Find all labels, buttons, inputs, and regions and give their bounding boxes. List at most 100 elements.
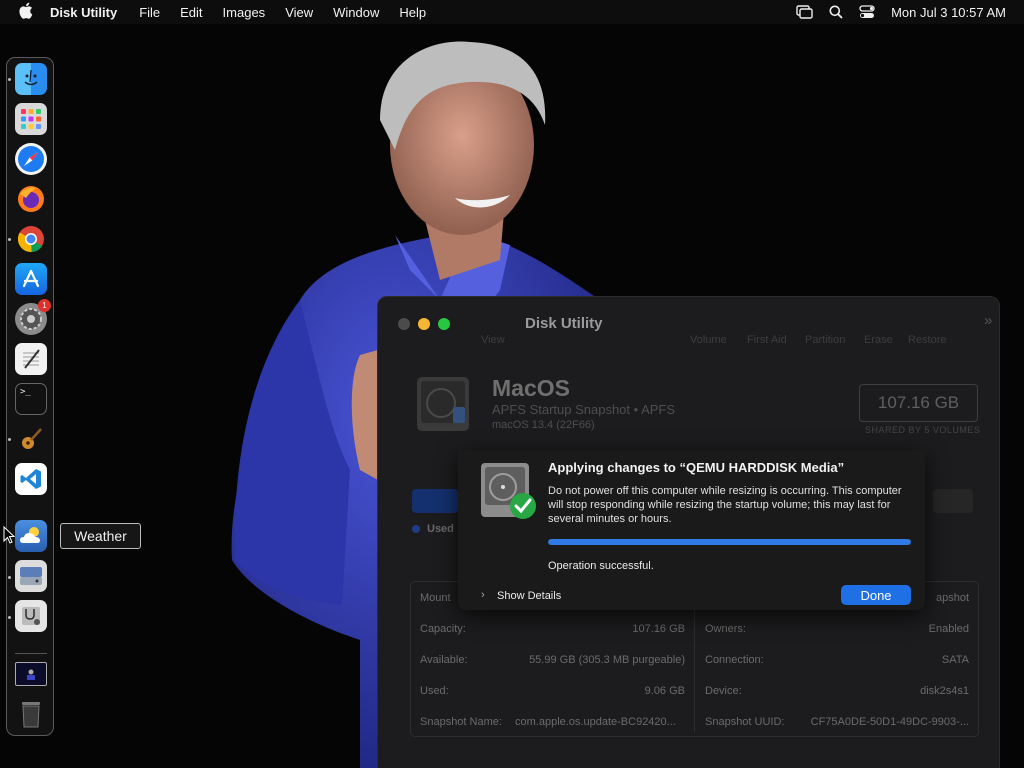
volume-capacity: 107.16 GB bbox=[859, 384, 978, 422]
menu-view[interactable]: View bbox=[285, 5, 313, 20]
toolbar-overflow-icon[interactable]: » bbox=[984, 312, 992, 329]
dock-screenshot-thumbnail[interactable] bbox=[15, 662, 47, 686]
toolbar-view[interactable]: View bbox=[481, 334, 505, 346]
vscode-icon bbox=[20, 469, 41, 489]
weather-cloud-icon bbox=[20, 527, 40, 543]
launchpad-icon bbox=[21, 109, 41, 129]
dock-finder[interactable] bbox=[15, 63, 47, 95]
apply-changes-sheet: Applying changes to “QEMU HARDDISK Media… bbox=[458, 450, 925, 610]
app-store-icon bbox=[22, 269, 40, 288]
usage-bar-used bbox=[412, 489, 458, 513]
dock-firefox[interactable] bbox=[15, 183, 47, 215]
toolbar-erase[interactable]: Erase bbox=[864, 334, 893, 346]
toolbar-restore[interactable]: Restore bbox=[908, 334, 947, 346]
chrome-running-indicator bbox=[8, 238, 11, 241]
textedit-pen-icon bbox=[23, 349, 40, 369]
info-capacity-label: Capacity: bbox=[420, 623, 466, 635]
dock-garageband[interactable] bbox=[15, 423, 47, 455]
dock-trash[interactable] bbox=[15, 698, 47, 730]
show-details-toggle[interactable]: Show Details bbox=[497, 590, 561, 602]
settings-notification-badge: 1 bbox=[38, 299, 51, 312]
info-snapshot-uuid-value: CF75A0DE-50D1-49DC-9903-... bbox=[810, 716, 969, 728]
info-available-value: 55.99 GB (305.3 MB purgeable) bbox=[529, 654, 685, 666]
info-snapshot-name-label: Snapshot Name: bbox=[420, 716, 502, 728]
operation-status: Operation successful. bbox=[548, 560, 654, 572]
helper-running-indicator bbox=[8, 616, 11, 619]
trash-icon bbox=[22, 702, 40, 728]
mouse-cursor-icon bbox=[3, 526, 15, 544]
spotlight-search-icon[interactable] bbox=[829, 5, 843, 19]
apple-icon[interactable] bbox=[18, 2, 36, 22]
volume-shared-label: SHARED BY 5 VOLUMES bbox=[865, 425, 981, 435]
window-close-button[interactable] bbox=[398, 318, 410, 330]
menu-edit[interactable]: Edit bbox=[180, 5, 202, 20]
info-used-label: Used: bbox=[420, 685, 449, 697]
finder-icon bbox=[24, 69, 38, 86]
info-used-value: 9.06 GB bbox=[644, 685, 685, 697]
dock-vscode[interactable] bbox=[15, 463, 47, 495]
volume-name: MacOS bbox=[492, 375, 570, 401]
dock-app-store[interactable] bbox=[15, 263, 47, 295]
dock-separator bbox=[15, 653, 47, 654]
dock-chrome[interactable] bbox=[15, 223, 47, 255]
toolbar-first-aid[interactable]: First Aid bbox=[747, 334, 787, 346]
stethoscope-disk-icon bbox=[22, 607, 40, 625]
info-owners-label: Owners: bbox=[705, 623, 746, 635]
done-button[interactable]: Done bbox=[841, 585, 911, 605]
dock-disk-utility-helper[interactable] bbox=[15, 600, 47, 632]
info-owners-value: Enabled bbox=[928, 623, 969, 635]
info-available-label: Available: bbox=[420, 654, 468, 666]
info-table-divider bbox=[694, 592, 695, 732]
progress-bar bbox=[548, 539, 911, 545]
dock: 1 >_ bbox=[6, 57, 54, 736]
terminal-prompt-icon: >_ bbox=[20, 387, 31, 397]
info-device-value: disk2s4s1 bbox=[920, 685, 969, 697]
firefox-icon bbox=[18, 186, 44, 212]
garageband-running-indicator bbox=[8, 438, 11, 441]
info-type-value: apshot bbox=[935, 592, 969, 604]
finder-running-indicator bbox=[8, 78, 11, 81]
safari-compass-icon bbox=[18, 146, 44, 172]
dock-launchpad[interactable] bbox=[15, 103, 47, 135]
toolbar-partition[interactable]: Partition bbox=[805, 334, 845, 346]
chevron-right-icon[interactable]: › bbox=[481, 589, 485, 601]
info-connection-label: Connection: bbox=[705, 654, 764, 666]
menu-window[interactable]: Window bbox=[333, 5, 379, 20]
used-legend-dot bbox=[412, 525, 420, 533]
volume-os-version: macOS 13.4 (22F66) bbox=[492, 419, 595, 431]
dock-terminal[interactable]: >_ bbox=[15, 383, 47, 415]
info-capacity-value: 107.16 GB bbox=[632, 623, 685, 635]
menu-help[interactable]: Help bbox=[399, 5, 426, 20]
info-snapshot-uuid-label: Snapshot UUID: bbox=[705, 716, 785, 728]
guitar-icon bbox=[22, 428, 42, 449]
screen-mirroring-icon[interactable] bbox=[796, 5, 813, 19]
toolbar-volume[interactable]: Volume bbox=[690, 334, 727, 346]
info-snapshot-name-value: com.apple.os.update-BC92420... bbox=[515, 716, 676, 728]
dock-system-settings[interactable]: 1 bbox=[15, 299, 51, 335]
dock-tooltip-weather: Weather bbox=[60, 523, 141, 549]
menu-file[interactable]: File bbox=[139, 5, 160, 20]
dock-safari[interactable] bbox=[15, 143, 47, 175]
window-maximize-button[interactable] bbox=[438, 318, 450, 330]
volume-subtitle: APFS Startup Snapshot • APFS bbox=[492, 402, 676, 417]
sheet-title: Applying changes to “QEMU HARDDISK Media… bbox=[548, 460, 845, 475]
progress-bar-fill bbox=[548, 539, 911, 545]
usage-bar-free bbox=[933, 489, 973, 513]
window-minimize-button[interactable] bbox=[418, 318, 430, 330]
menu-bar: Disk Utility File Edit Images View Windo… bbox=[0, 0, 1024, 24]
menu-clock[interactable]: Mon Jul 3 10:57 AM bbox=[891, 5, 1006, 20]
disk-utility-running-indicator bbox=[8, 576, 11, 579]
disk-success-icon bbox=[481, 463, 536, 519]
control-center-icon[interactable] bbox=[859, 5, 875, 19]
volume-disk-icon bbox=[417, 377, 469, 431]
info-mount-label: Mount bbox=[420, 592, 451, 604]
chrome-icon bbox=[18, 226, 44, 253]
dock-weather[interactable] bbox=[15, 520, 47, 552]
menu-app-name[interactable]: Disk Utility bbox=[50, 5, 117, 20]
info-connection-value: SATA bbox=[941, 654, 969, 666]
sheet-message: Do not power off this computer while res… bbox=[548, 485, 902, 525]
disk-utility-icon bbox=[20, 567, 42, 585]
menu-images[interactable]: Images bbox=[223, 5, 266, 20]
dock-disk-utility[interactable] bbox=[15, 560, 47, 592]
dock-textedit[interactable] bbox=[15, 343, 47, 375]
